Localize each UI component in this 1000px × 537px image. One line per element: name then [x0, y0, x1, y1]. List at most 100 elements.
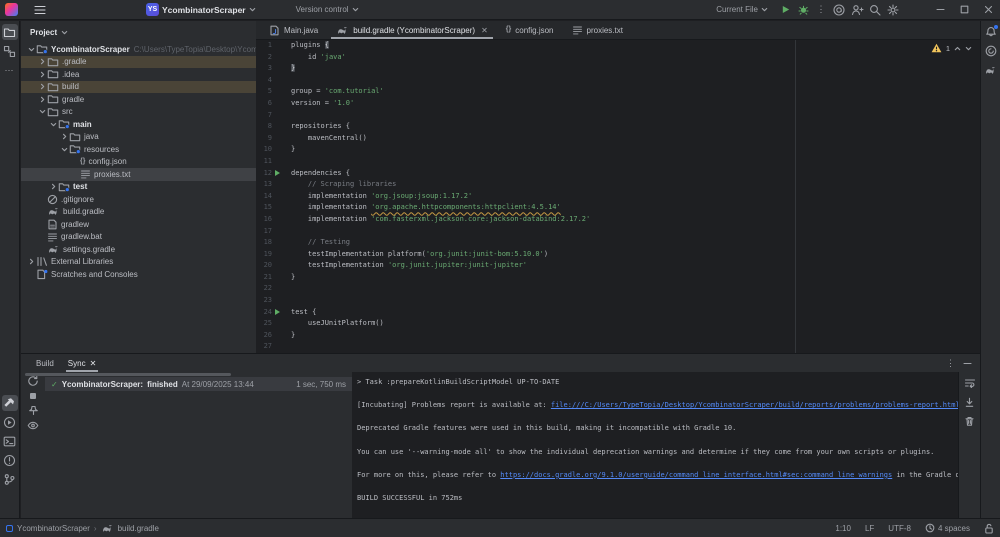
tree-item-main[interactable]: main: [21, 118, 256, 131]
git-branch-button[interactable]: [2, 471, 18, 487]
chevron-right-icon[interactable]: [38, 58, 47, 65]
prev-warning-icon[interactable]: [954, 45, 961, 52]
project-panel-header[interactable]: Project: [21, 21, 256, 43]
tree-item-gradlew[interactable]: gradlew: [21, 218, 256, 231]
breadcrumb-separator: ›: [93, 523, 97, 533]
chevron-down-icon[interactable]: [27, 46, 36, 53]
intellij-logo-icon: [5, 3, 18, 16]
editor-tab[interactable]: Main.java: [260, 21, 327, 39]
chevron-right-icon[interactable]: [27, 258, 36, 265]
horizontal-scrollbar[interactable]: [25, 373, 231, 376]
code-area[interactable]: 1 plugins {2 id 'java' 3} 4 5 group = 'com.tu…: [256, 40, 980, 353]
tree-item-ycombinatorscraper[interactable]: YcombinatorScraper C:\Users\TypeTopia\Des…: [21, 43, 256, 56]
main-menu-button[interactable]: [28, 0, 52, 20]
notification-badge: [993, 25, 998, 29]
editor-tab[interactable]: proxies.txt: [563, 21, 632, 39]
chevron-down-icon[interactable]: [38, 108, 47, 115]
project-widget[interactable]: YS YcombinatorScraper: [140, 0, 262, 20]
tree-item-proxies.txt[interactable]: proxies.txt: [21, 168, 256, 181]
chevron-right-icon[interactable]: [49, 183, 58, 190]
tree-item-.gitignore[interactable]: .gitignore: [21, 193, 256, 206]
project-folder-button[interactable]: [1, 24, 18, 40]
more-vert-button[interactable]: ⋮: [812, 1, 830, 19]
ai-chat-button[interactable]: [983, 43, 999, 59]
more-vert-icon[interactable]: ⋮: [946, 358, 955, 368]
console-link[interactable]: https://docs.gradle.org/9.1.0/userguide/…: [500, 471, 892, 479]
debug-button[interactable]: [794, 1, 812, 19]
gradle-tool-button[interactable]: [983, 62, 999, 78]
editor-tab[interactable]: build.gradle (YcombinatorScraper) ✕: [327, 21, 497, 39]
run-window-button[interactable]: [2, 414, 18, 430]
chevron-down-icon[interactable]: [60, 146, 69, 153]
tree-item-java[interactable]: java: [21, 131, 256, 144]
build-toolbar: [21, 372, 45, 518]
code-line: 24 test {: [256, 307, 980, 319]
inspections-widget[interactable]: 1: [931, 43, 972, 53]
code-line: 5 group = 'com.tutorial': [256, 86, 980, 98]
problems-button[interactable]: [2, 452, 18, 468]
editor-tab[interactable]: {} config.json: [497, 21, 563, 39]
tree-item-gradlew.bat[interactable]: gradlew.bat: [21, 231, 256, 244]
tree-item-gradle[interactable]: gradle: [21, 93, 256, 106]
chevron-right-icon[interactable]: [38, 71, 47, 78]
terminal-button[interactable]: [2, 433, 18, 449]
sync-status-row[interactable]: ✓ YcombinatorScraper: finished At 29/09/…: [45, 377, 352, 391]
encoding-widget[interactable]: UTF-8: [888, 524, 911, 533]
ai-assistant-button[interactable]: [830, 1, 848, 19]
line-number: 14: [263, 191, 272, 200]
clear-button[interactable]: [962, 413, 978, 429]
breadcrumb[interactable]: YcombinatorScraper › build.gradle: [6, 523, 159, 534]
vcs-widget[interactable]: Version control: [290, 0, 365, 20]
tree-item-.idea[interactable]: .idea: [21, 68, 256, 81]
eye-button[interactable]: [26, 419, 41, 432]
user-plus-button[interactable]: [848, 1, 866, 19]
close-icon[interactable]: ✕: [90, 359, 97, 368]
tab-sync[interactable]: Sync ✕: [61, 354, 104, 372]
tree-item-test[interactable]: test: [21, 181, 256, 194]
tree-item-build[interactable]: build: [21, 80, 256, 93]
cursor-position-widget[interactable]: 1:10: [835, 524, 851, 533]
hide-panel-icon[interactable]: [963, 359, 972, 368]
ignored-icon: [47, 194, 58, 205]
close-icon[interactable]: ✕: [481, 26, 488, 35]
indent-widget[interactable]: 4 spaces: [925, 523, 970, 533]
lock-open-icon[interactable]: [984, 523, 994, 534]
notifications-button[interactable]: [983, 24, 999, 40]
project-panel: Project YcombinatorScraper C:\Users\TypeT…: [21, 21, 256, 353]
close-button[interactable]: [976, 0, 1000, 20]
tree-item-resources[interactable]: resources: [21, 143, 256, 156]
search-button[interactable]: [866, 1, 884, 19]
stop-button[interactable]: [26, 389, 41, 402]
chevron-down-icon: [249, 6, 256, 13]
chevron-down-icon[interactable]: [49, 121, 58, 128]
chevron-right-icon[interactable]: [60, 133, 69, 140]
more-horiz-button[interactable]: ⋯: [2, 62, 18, 78]
chevron-right-icon[interactable]: [38, 96, 47, 103]
build-hammer-button[interactable]: [1, 395, 18, 411]
minimize-button[interactable]: [928, 0, 952, 20]
tree-item-label: config.json: [88, 157, 127, 167]
line-separator-widget[interactable]: LF: [865, 524, 874, 533]
settings-button[interactable]: [884, 1, 902, 19]
run-gutter-icon[interactable]: [275, 308, 280, 315]
tree-item-settings.gradle[interactable]: settings.gradle: [21, 243, 256, 256]
next-warning-icon[interactable]: [965, 45, 972, 52]
soft-wrap-button[interactable]: [962, 375, 978, 391]
play-button[interactable]: [776, 1, 794, 19]
tree-item-.gradle[interactable]: .gradle: [21, 55, 256, 68]
tree-item-build.gradle[interactable]: build.gradle: [21, 206, 256, 219]
scroll-to-end-button[interactable]: [962, 394, 978, 410]
pin-button[interactable]: [26, 404, 41, 417]
run-configuration-selector[interactable]: Current File: [716, 5, 768, 14]
tree-item-external-libraries[interactable]: External Libraries: [21, 256, 256, 269]
console-link[interactable]: file:///C:/Users/TypeTopia/Desktop/Ycomb…: [551, 401, 958, 409]
tab-build[interactable]: Build: [29, 354, 61, 372]
run-gutter-icon[interactable]: [275, 169, 280, 176]
build-console[interactable]: > Task :prepareKotlinBuildScriptModel UP…: [352, 372, 958, 518]
maximize-button[interactable]: [952, 0, 976, 20]
commit-button[interactable]: [2, 43, 18, 59]
tree-item-src[interactable]: src: [21, 106, 256, 119]
tree-item-config.json[interactable]: {} config.json: [21, 156, 256, 169]
chevron-right-icon[interactable]: [38, 83, 47, 90]
tree-item-scratches-and-consoles[interactable]: Scratches and Consoles: [21, 268, 256, 281]
